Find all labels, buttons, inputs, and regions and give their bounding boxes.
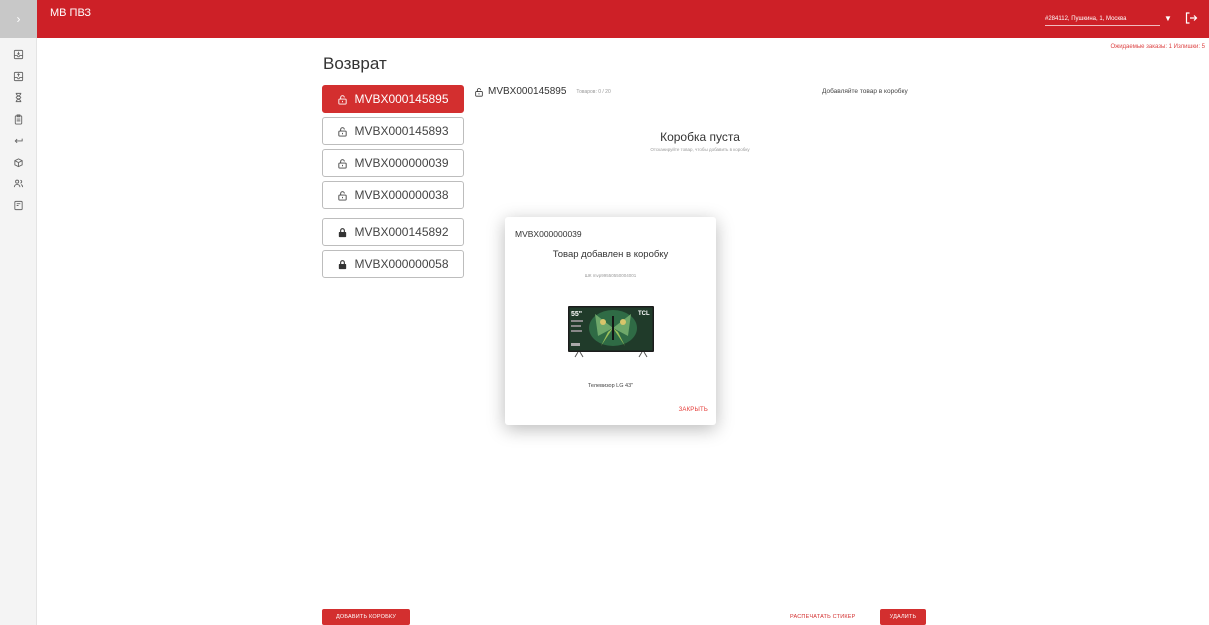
app-brand: МВ ПВЗ	[50, 7, 92, 19]
sidebar-toggle-button[interactable]: ›	[0, 0, 37, 38]
top-bar: МВ ПВЗ #284112, Пушкина, 1, Москва ▼	[37, 0, 1209, 38]
dialog-box-code: MVBX000000039	[515, 229, 582, 239]
product-name: Телевизор LG 43"	[587, 383, 634, 389]
box-icon[interactable]	[0, 152, 37, 174]
close-dialog-button[interactable]: ЗАКРЫТЬ	[679, 407, 708, 413]
dialog-title: Товар добавлен в коробку	[552, 249, 669, 260]
dialog-barcode: ШК mvp99550550004001	[584, 273, 637, 278]
hourglass-icon[interactable]	[0, 87, 37, 109]
inbox-out-icon[interactable]	[0, 66, 37, 88]
tv-size-label: 55"	[571, 311, 582, 318]
sidebar-nav	[0, 44, 37, 216]
inbox-in-icon[interactable]	[0, 44, 37, 66]
users-icon[interactable]	[0, 173, 37, 195]
chevron-down-icon[interactable]: ▼	[1164, 14, 1172, 23]
sidebar: ›	[0, 0, 37, 625]
item-added-dialog: MVBX000000039 Товар добавлен в коробку Ш…	[505, 217, 716, 425]
return-icon[interactable]	[0, 130, 37, 152]
product-image: 55" TCL	[568, 306, 654, 358]
address-select[interactable]: #284112, Пушкина, 1, Москва	[1045, 16, 1160, 26]
report-icon[interactable]	[0, 195, 37, 217]
tv-brand-label: TCL	[638, 311, 650, 317]
logout-icon[interactable]	[1184, 11, 1198, 25]
clipboard-icon[interactable]	[0, 109, 37, 131]
